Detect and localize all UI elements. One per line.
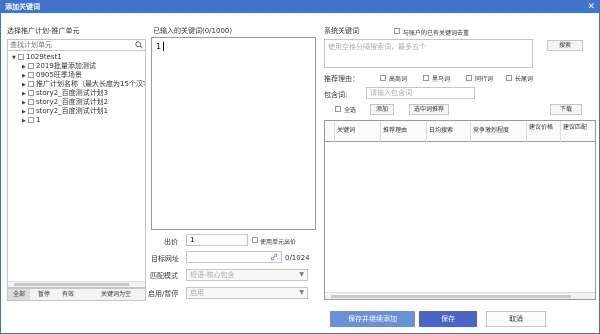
tree-node[interactable]: ▼ 1029test1 <box>12 53 62 62</box>
link-icon[interactable] <box>270 253 278 261</box>
target-url-input[interactable] <box>186 251 282 263</box>
contains-label: 包含词: <box>324 91 348 99</box>
reason-label: 推荐理由： <box>324 75 359 83</box>
select-all-checkbox[interactable] <box>335 106 341 112</box>
bid-input[interactable]: 1 <box>186 234 248 246</box>
reason-dark-horse-checkbox[interactable] <box>423 75 429 81</box>
tree-checkbox[interactable] <box>28 108 34 114</box>
tree-node[interactable]: ▶ 推广计划名称（最大长度为15个汉字 <box>22 80 145 89</box>
keyword-editor[interactable]: 1 <box>151 37 316 230</box>
add-keywords-dialog: 添加关键词 ✕ 选择推广计划-推广单元 ▼1029test1 ▶2019批量添加… <box>0 0 600 334</box>
tree-node[interactable]: ▶ 0905旺季场景 <box>22 71 82 80</box>
target-url-label: 目标网址 <box>151 255 179 263</box>
column-reason[interactable]: 推荐理由 <box>381 121 427 142</box>
dialog-title: 添加关键词 <box>5 3 40 11</box>
bid-label: 出价 <box>164 238 178 246</box>
use-unit-bid-label: 使用单元出价 <box>260 239 297 246</box>
tree-node[interactable]: ▶ 1 <box>22 116 40 125</box>
tree-checkbox[interactable] <box>28 117 34 123</box>
save-button[interactable]: 保存 <box>419 311 477 327</box>
seed-keyword-textarea[interactable]: 使用空格分隔搜索词，最多五个 <box>324 39 533 68</box>
tree-node[interactable]: ▶ story2_百度测试计划1 <box>22 107 108 116</box>
plan-tree: ▼ 1029test1 ▶ 2019批量添加测试 ▶ 0905旺季场景 ▶ 推广计划名称… <box>7 51 146 288</box>
plan-search-input[interactable] <box>8 40 128 50</box>
tree-checkbox[interactable] <box>28 99 34 105</box>
system-keywords-heading: 系统关键词 <box>324 27 359 35</box>
search-button[interactable]: 搜索 <box>547 40 583 51</box>
download-button[interactable]: 下载 <box>550 104 582 115</box>
column-keyword[interactable]: 关键词 <box>335 121 381 142</box>
plan-search-box <box>7 39 146 51</box>
table-header-select <box>325 121 335 142</box>
close-icon[interactable]: ✕ <box>587 1 595 13</box>
url-char-count: 0/1024 <box>285 254 310 262</box>
dedupe-label: 与账户的已有关键词去重 <box>403 30 470 37</box>
search-icon[interactable] <box>135 41 143 49</box>
reason-long-tail-label: 长尾词 <box>515 76 534 83</box>
tab-active[interactable]: 有效 <box>58 289 78 300</box>
match-mode-select[interactable]: 短语-核心包含 ▼ <box>186 269 308 281</box>
use-unit-bid-checkbox[interactable] <box>252 237 258 243</box>
reason-long-tail-checkbox[interactable] <box>506 75 512 81</box>
tree-checkbox[interactable] <box>28 81 34 87</box>
tab-all[interactable]: 全部 <box>8 289 30 300</box>
save-and-continue-button[interactable]: 保存并继续添加 <box>330 311 415 327</box>
match-mode-label: 匹配模式 <box>150 272 178 280</box>
tree-checkbox[interactable] <box>28 63 34 69</box>
suggestion-table: 关键词 推荐理由 日均搜索 竞争激烈程度 建议价格 建议匹配 <box>324 120 596 300</box>
tab-paused[interactable]: 暂停 <box>34 289 54 300</box>
dialog-title-bar: 添加关键词 ✕ <box>1 1 600 13</box>
chevron-down-icon: ▼ <box>299 289 304 296</box>
text-cursor <box>163 42 164 51</box>
column-daily-search[interactable]: 日均搜索 <box>427 121 471 142</box>
tree-checkbox[interactable] <box>18 54 24 60</box>
column-competition[interactable]: 竞争激烈程度 <box>471 121 527 142</box>
status-label: 启用/暂停 <box>148 290 179 298</box>
select-all-label: 全选 <box>344 107 357 114</box>
keywords-heading: 已输入的关键词(0/1000) <box>153 27 233 35</box>
plan-unit-heading: 选择推广计划-推广单元 <box>7 27 80 35</box>
tree-checkbox[interactable] <box>28 90 34 96</box>
column-suggested-match[interactable]: 建议匹配 <box>561 121 595 142</box>
table-header: 关键词 推荐理由 日均搜索 竞争激烈程度 建议价格 建议匹配 <box>325 121 595 142</box>
add-selected-button[interactable]: 选中词推荐 <box>409 104 449 115</box>
table-horizontal-scrollbar[interactable] <box>325 292 595 299</box>
cancel-button[interactable]: 取消 <box>486 311 546 327</box>
chevron-down-icon: ▼ <box>299 271 304 278</box>
tree-filter-tabs: 全部 暂停 有效 关键词为空 <box>7 288 146 301</box>
tree-node[interactable]: ▶ story2_百度测试计划3 <box>22 89 108 98</box>
tree-node[interactable]: ▶ story2_百度测试计划2 <box>22 98 108 107</box>
tree-node[interactable]: ▶ 2019批量添加测试 <box>22 62 96 71</box>
tree-checkbox[interactable] <box>28 72 34 78</box>
status-select[interactable]: 启用 ▼ <box>186 287 308 299</box>
column-suggested-bid[interactable]: 建议价格 <box>527 121 561 142</box>
reason-dark-horse-label: 黑马词 <box>432 76 451 83</box>
reason-competitor-checkbox[interactable] <box>466 75 472 81</box>
tab-empty-keywords[interactable]: 关键词为空 <box>94 289 138 300</box>
reason-high-commercial-checkbox[interactable] <box>380 75 386 81</box>
reason-competitor-label: 同行词 <box>475 76 494 83</box>
tree-horizontal-scrollbar[interactable] <box>8 281 145 287</box>
line-number: 1 <box>156 42 162 51</box>
add-button[interactable]: 添加 <box>370 104 394 115</box>
dedupe-checkbox[interactable] <box>394 28 400 34</box>
reason-high-commercial-label: 高商词 <box>389 76 408 83</box>
contains-input[interactable]: 请输入包含词 <box>366 87 475 99</box>
